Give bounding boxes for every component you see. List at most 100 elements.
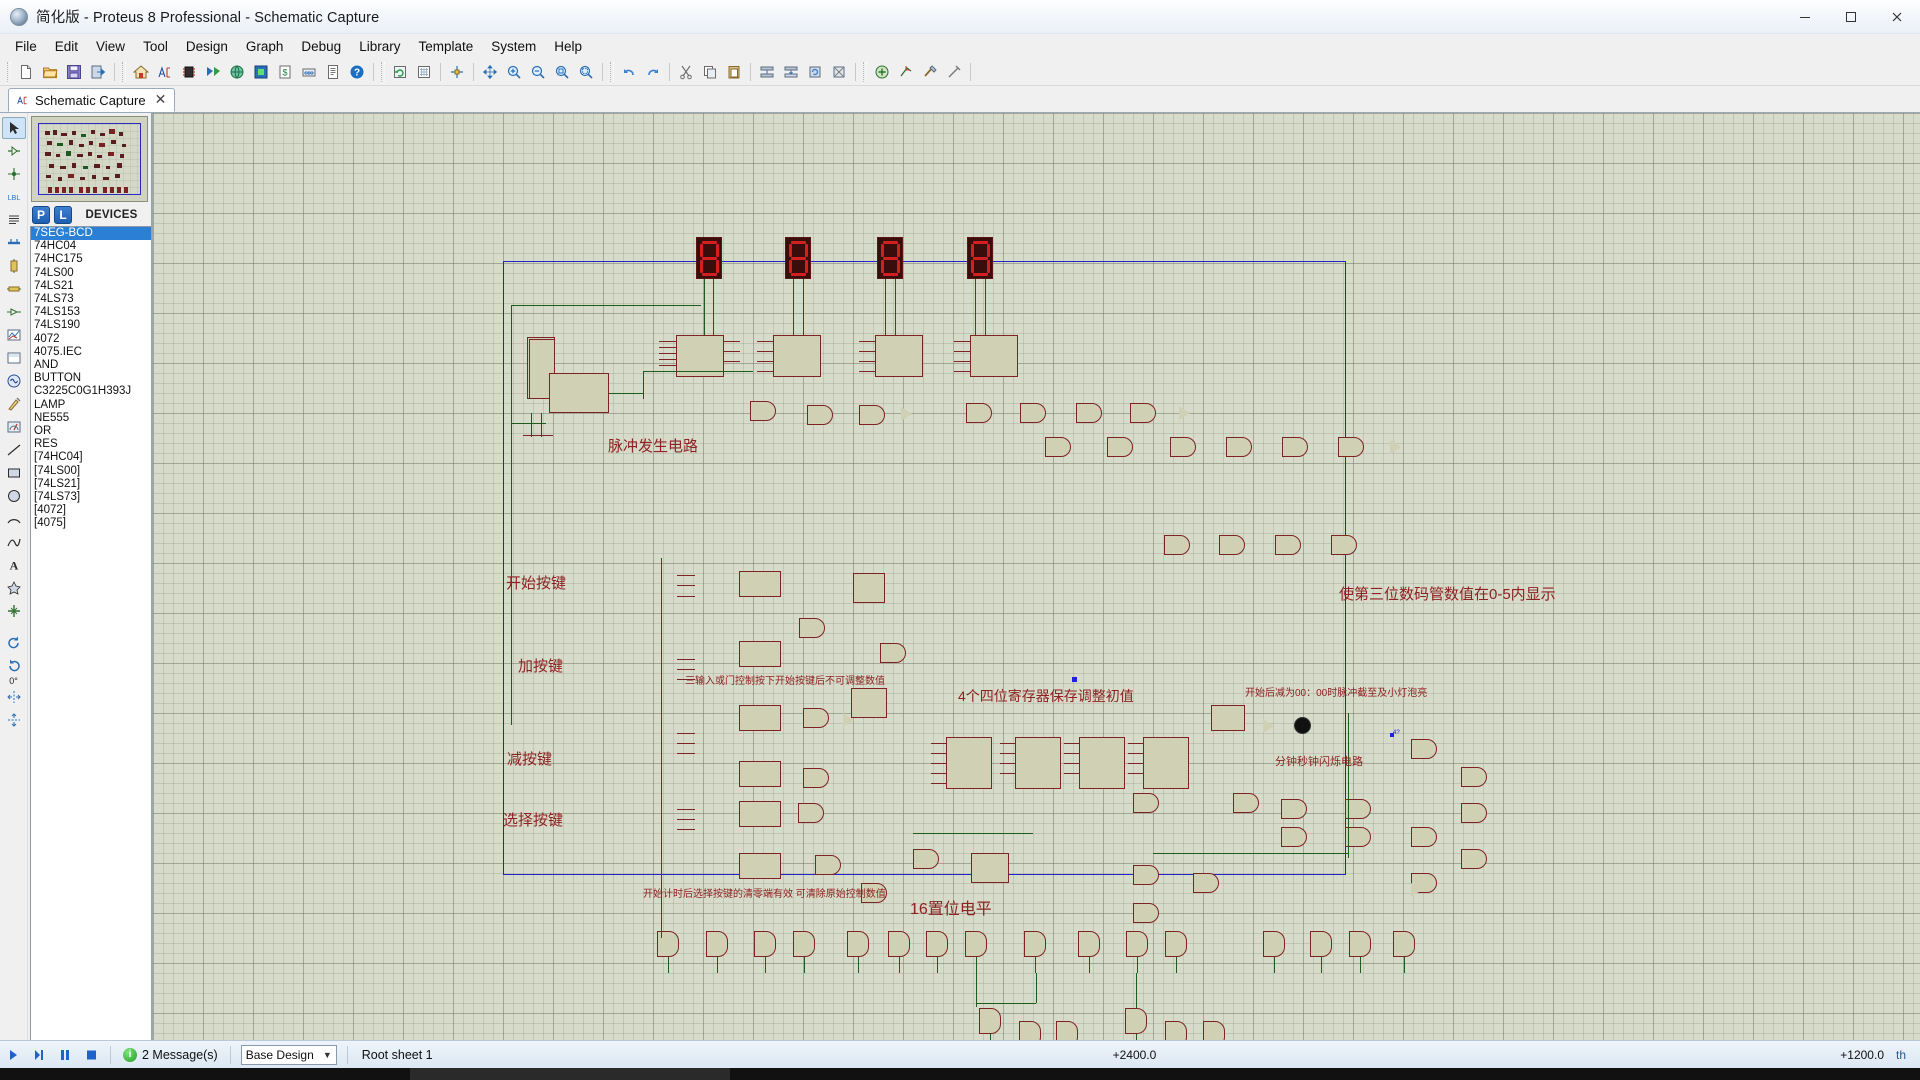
logic-gate[interactable] bbox=[926, 931, 948, 957]
register-chip[interactable] bbox=[1015, 737, 1061, 789]
cut-scissors-icon[interactable] bbox=[675, 61, 697, 83]
device-item-button[interactable]: BUTTON bbox=[31, 372, 151, 385]
menu-design[interactable]: Design bbox=[177, 36, 237, 57]
logic-gate[interactable] bbox=[888, 931, 910, 957]
logic-gate[interactable] bbox=[1281, 827, 1307, 847]
make-device-icon[interactable] bbox=[895, 61, 917, 83]
logic-gate[interactable] bbox=[1393, 931, 1415, 957]
logic-gate[interactable] bbox=[1125, 1008, 1147, 1034]
inverter-gate[interactable] bbox=[901, 407, 912, 421]
logic-gate[interactable] bbox=[1226, 437, 1252, 457]
selection-arrow-icon[interactable] bbox=[2, 117, 26, 139]
maximize-button[interactable] bbox=[1828, 0, 1874, 34]
logic-gate[interactable] bbox=[807, 405, 833, 425]
copy-icon[interactable] bbox=[699, 61, 721, 83]
circle-tool-icon[interactable] bbox=[2, 485, 26, 507]
logic-gate[interactable] bbox=[1133, 865, 1159, 885]
line-tool-icon[interactable] bbox=[2, 439, 26, 461]
block-move-icon[interactable] bbox=[780, 61, 802, 83]
logic-chip[interactable] bbox=[1211, 705, 1245, 731]
menu-library[interactable]: Library bbox=[350, 36, 409, 57]
device-item-74ls73[interactable]: 74LS73 bbox=[31, 293, 151, 306]
zoom-out-icon[interactable] bbox=[527, 61, 549, 83]
logic-chip[interactable] bbox=[739, 571, 781, 597]
project-clips-icon[interactable] bbox=[250, 61, 272, 83]
rotate-clockwise-icon[interactable] bbox=[2, 632, 26, 654]
device-item-bracket-4075[interactable]: [4075] bbox=[31, 517, 151, 530]
seven-segment-display[interactable] bbox=[785, 237, 811, 279]
toolbar-grip-5[interactable] bbox=[863, 62, 867, 82]
logic-chip[interactable] bbox=[739, 801, 781, 827]
bcd-decoder-chip[interactable] bbox=[773, 335, 821, 377]
junction-dot-icon[interactable] bbox=[2, 163, 26, 185]
device-item-4075-iec[interactable]: 4075.IEC bbox=[31, 346, 151, 359]
step-icon[interactable] bbox=[26, 1043, 52, 1067]
zoom-in-icon[interactable] bbox=[503, 61, 525, 83]
path-tool-icon[interactable] bbox=[2, 531, 26, 553]
logic-gate[interactable] bbox=[1219, 535, 1245, 555]
bus-icon[interactable] bbox=[2, 232, 26, 254]
device-item-74ls21[interactable]: 74LS21 bbox=[31, 280, 151, 293]
logic-gate[interactable] bbox=[1461, 849, 1487, 869]
register-chip[interactable] bbox=[1143, 737, 1189, 789]
toolbar-grip-4[interactable] bbox=[610, 62, 614, 82]
zoom-area-icon[interactable] bbox=[575, 61, 597, 83]
message-count[interactable]: i 2 Message(s) bbox=[117, 1048, 224, 1062]
pause-icon[interactable] bbox=[52, 1043, 78, 1067]
logic-gate[interactable] bbox=[1024, 931, 1046, 957]
toolbar-grip-3[interactable] bbox=[381, 62, 385, 82]
device-item-7seg-bcd[interactable]: 7SEG-BCD bbox=[31, 227, 151, 240]
logic-gate[interactable] bbox=[803, 708, 829, 728]
text-tool-icon[interactable]: A bbox=[2, 554, 26, 576]
inverter-gate[interactable] bbox=[1263, 719, 1274, 733]
menu-help[interactable]: Help bbox=[545, 36, 591, 57]
help-question-icon[interactable]: ? bbox=[346, 61, 368, 83]
overview-preview[interactable] bbox=[31, 116, 148, 202]
logic-gate[interactable] bbox=[1263, 931, 1285, 957]
inverter-gate[interactable] bbox=[843, 713, 854, 727]
logic-gate[interactable] bbox=[1107, 437, 1133, 457]
bcd-decoder-chip[interactable] bbox=[875, 335, 923, 377]
play-icon[interactable] bbox=[0, 1043, 26, 1067]
menu-system[interactable]: System bbox=[482, 36, 545, 57]
logic-gate[interactable] bbox=[1020, 403, 1046, 423]
inverter-gate[interactable] bbox=[1179, 406, 1190, 420]
marker-tool-icon[interactable] bbox=[2, 600, 26, 622]
3d-viewer-icon[interactable] bbox=[202, 61, 224, 83]
design-selector[interactable]: Base Design ▼ bbox=[241, 1045, 337, 1065]
menu-debug[interactable]: Debug bbox=[292, 36, 350, 57]
inverter-gate[interactable] bbox=[1390, 440, 1401, 454]
logic-gate[interactable] bbox=[1233, 793, 1259, 813]
device-item-bracket-74ls73[interactable]: [74LS73] bbox=[31, 491, 151, 504]
seven-segment-display[interactable] bbox=[877, 237, 903, 279]
logic-gate[interactable] bbox=[1019, 1021, 1041, 1040]
logic-chip[interactable] bbox=[739, 641, 781, 667]
open-folder-icon[interactable] bbox=[39, 61, 61, 83]
logic-gate[interactable] bbox=[1078, 931, 1100, 957]
tab-close-icon[interactable]: ✕ bbox=[155, 93, 167, 107]
logic-gate[interactable] bbox=[1193, 873, 1219, 893]
indicator-lamp[interactable] bbox=[1294, 717, 1311, 734]
logic-gate[interactable] bbox=[1349, 931, 1371, 957]
logic-gate[interactable] bbox=[965, 931, 987, 957]
wire-label-icon[interactable]: LBL bbox=[2, 186, 26, 208]
logic-gate[interactable] bbox=[1165, 931, 1187, 957]
menu-edit[interactable]: Edit bbox=[46, 36, 87, 57]
seven-segment-display[interactable] bbox=[967, 237, 993, 279]
home-icon[interactable] bbox=[130, 61, 152, 83]
logic-gate[interactable] bbox=[1331, 535, 1357, 555]
logic-chip[interactable] bbox=[739, 761, 781, 787]
logic-gate[interactable] bbox=[1133, 793, 1159, 813]
import-arrow-icon[interactable] bbox=[87, 61, 109, 83]
symbol-tool-icon[interactable] bbox=[2, 577, 26, 599]
toggle-grid-icon[interactable] bbox=[413, 61, 435, 83]
zoom-all-icon[interactable] bbox=[551, 61, 573, 83]
logic-gate[interactable] bbox=[754, 931, 776, 957]
logic-gate[interactable] bbox=[1411, 827, 1437, 847]
minimize-button[interactable] bbox=[1782, 0, 1828, 34]
device-item-bracket-74hc04[interactable]: [74HC04] bbox=[31, 451, 151, 464]
block-copy-icon[interactable] bbox=[756, 61, 778, 83]
logic-gate[interactable] bbox=[1281, 799, 1307, 819]
device-item-ne555[interactable]: NE555 bbox=[31, 412, 151, 425]
menu-graph[interactable]: Graph bbox=[237, 36, 293, 57]
